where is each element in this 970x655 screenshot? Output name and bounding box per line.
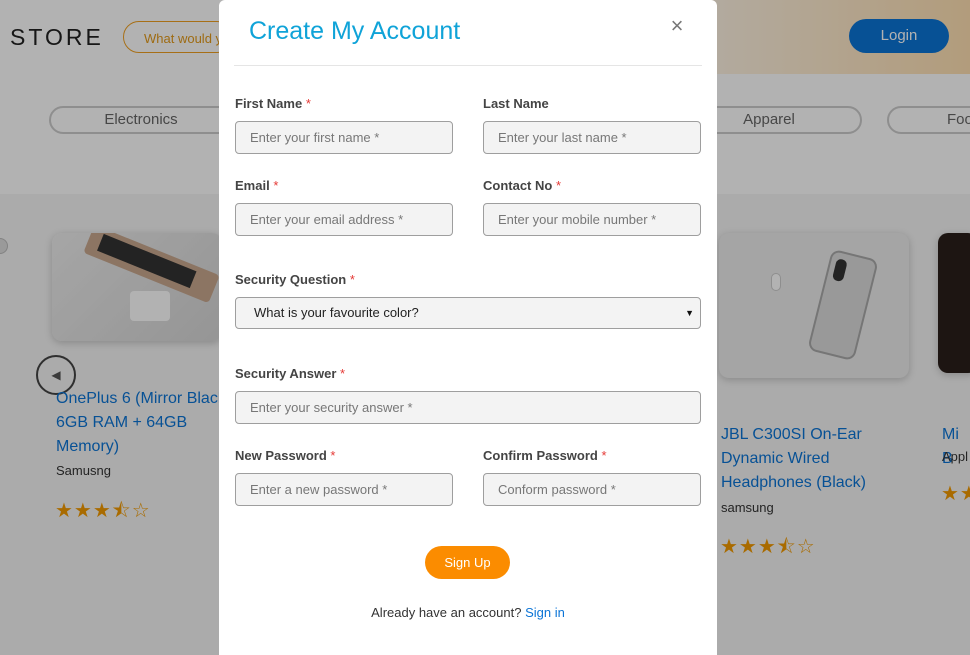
email-label: Email * bbox=[235, 178, 279, 193]
last-name-field[interactable] bbox=[483, 121, 701, 154]
security-question-label: Security Question * bbox=[235, 272, 355, 287]
security-answer-label: Security Answer * bbox=[235, 366, 346, 381]
signin-prompt: Already have an account? Sign in bbox=[371, 605, 565, 620]
modal-title: Create My Account bbox=[249, 17, 461, 45]
confirm-password-field[interactable] bbox=[483, 473, 701, 506]
first-name-label: First Name * bbox=[235, 96, 311, 111]
new-password-field[interactable] bbox=[235, 473, 453, 506]
confirm-password-label: Confirm Password * bbox=[483, 448, 607, 463]
email-field[interactable] bbox=[235, 203, 453, 236]
contact-label: Contact No * bbox=[483, 178, 562, 193]
security-answer-field[interactable] bbox=[235, 391, 701, 424]
last-name-label: Last Name bbox=[483, 96, 549, 111]
create-account-modal: Create My Account × First Name * Last Na… bbox=[219, 0, 717, 655]
security-question-select[interactable]: What is your favourite color? ▼ bbox=[235, 297, 701, 329]
dropdown-caret-icon: ▼ bbox=[685, 308, 694, 318]
sign-up-button[interactable]: Sign Up bbox=[425, 546, 510, 579]
contact-field[interactable] bbox=[483, 203, 701, 236]
sign-in-link[interactable]: Sign in bbox=[525, 605, 565, 620]
close-icon[interactable]: × bbox=[667, 14, 687, 38]
new-password-label: New Password * bbox=[235, 448, 336, 463]
divider bbox=[234, 65, 702, 66]
first-name-field[interactable] bbox=[235, 121, 453, 154]
